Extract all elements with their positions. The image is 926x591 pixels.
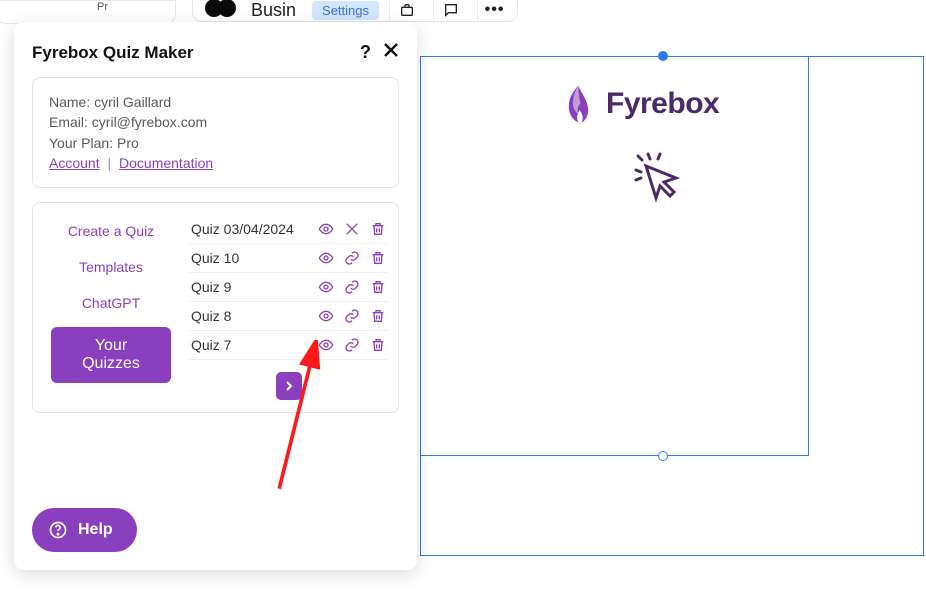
bg-top-card: Busin Settings ••• (192, 0, 518, 22)
account-name-label: Name: (49, 94, 90, 110)
link-icon[interactable] (344, 308, 360, 324)
quiz-row: Quiz 7 (189, 331, 388, 360)
business-logo-icon (205, 0, 241, 21)
canvas-area: Fyrebox (420, 56, 924, 556)
business-label: Busin (251, 0, 296, 21)
link-icon[interactable] (344, 337, 360, 353)
quiz-nav: Create a Quiz Templates ChatGPT Your Qui… (43, 215, 179, 400)
archive-icon[interactable] (389, 0, 423, 21)
quiz-row: Quiz 03/04/2024 (189, 215, 388, 244)
quiz-row: Quiz 8 (189, 302, 388, 331)
help-label: Help (78, 521, 113, 539)
account-info-card: Name: cyril Gaillard Email: cyril@fyrebo… (32, 77, 399, 188)
account-plan-label: Your Plan: (49, 135, 113, 151)
quiz-row: Quiz 10 (189, 244, 388, 273)
fyrebox-brand-text: Fyrebox (606, 87, 719, 121)
trash-icon[interactable] (370, 337, 386, 353)
trash-icon[interactable] (370, 279, 386, 295)
bg-left-tag: Pr (0, 0, 176, 24)
link-icon[interactable] (344, 250, 360, 266)
resize-handle-top[interactable] (658, 51, 668, 61)
quiz-row: Quiz 9 (189, 273, 388, 302)
account-link[interactable]: Account (49, 155, 100, 171)
popup-header: Fyrebox Quiz Maker ? (32, 42, 399, 63)
quiz-list: Quiz 03/04/2024 Quiz 10 Quiz 9 (189, 215, 388, 400)
quiz-maker-popup: Fyrebox Quiz Maker ? Name: cyril Gaillar… (14, 22, 417, 570)
quiz-manager-card: Create a Quiz Templates ChatGPT Your Qui… (32, 202, 399, 413)
quiz-row-name: Quiz 03/04/2024 (191, 221, 318, 237)
more-icon[interactable]: ••• (477, 0, 511, 21)
account-name-value: cyril Gaillard (94, 94, 171, 110)
comment-icon[interactable] (433, 0, 467, 21)
account-email-value: cyril@fyrebox.com (92, 114, 207, 130)
quiz-row-name: Quiz 9 (191, 279, 318, 295)
next-page-button[interactable] (276, 372, 302, 400)
fyrebox-brand: Fyrebox (560, 84, 719, 124)
quiz-row-name: Quiz 10 (191, 250, 318, 266)
trash-icon[interactable] (370, 308, 386, 324)
eye-icon[interactable] (318, 308, 334, 324)
help-button[interactable]: Help (32, 508, 137, 552)
trash-icon[interactable] (370, 221, 386, 237)
unlink-icon[interactable] (344, 221, 360, 237)
quiz-pager (189, 372, 388, 400)
nav-create-quiz[interactable]: Create a Quiz (68, 215, 154, 247)
popup-help-button[interactable]: ? (360, 42, 371, 63)
popup-title: Fyrebox Quiz Maker (32, 43, 194, 63)
nav-chatgpt[interactable]: ChatGPT (82, 287, 140, 319)
eye-icon[interactable] (318, 221, 334, 237)
fyrebox-flame-icon (560, 84, 596, 124)
nav-your-quizzes[interactable]: Your Quizzes (51, 327, 171, 383)
eye-icon[interactable] (318, 337, 334, 353)
eye-icon[interactable] (318, 250, 334, 266)
quiz-row-name: Quiz 8 (191, 308, 318, 324)
eye-icon[interactable] (318, 279, 334, 295)
trash-icon[interactable] (370, 250, 386, 266)
link-icon[interactable] (344, 279, 360, 295)
help-icon (48, 520, 68, 540)
account-plan-value: Pro (117, 135, 139, 151)
documentation-link[interactable]: Documentation (119, 155, 213, 171)
account-email-label: Email: (49, 114, 88, 130)
resize-handle-bottom[interactable] (658, 451, 668, 461)
click-cursor-icon (630, 148, 686, 204)
bg-left-tag-text: Pr (97, 1, 108, 13)
account-link-separator: | (107, 155, 111, 171)
close-icon[interactable] (383, 42, 399, 63)
settings-chip[interactable]: Settings (312, 1, 379, 20)
nav-templates[interactable]: Templates (79, 251, 143, 283)
quiz-row-name: Quiz 7 (191, 337, 318, 353)
